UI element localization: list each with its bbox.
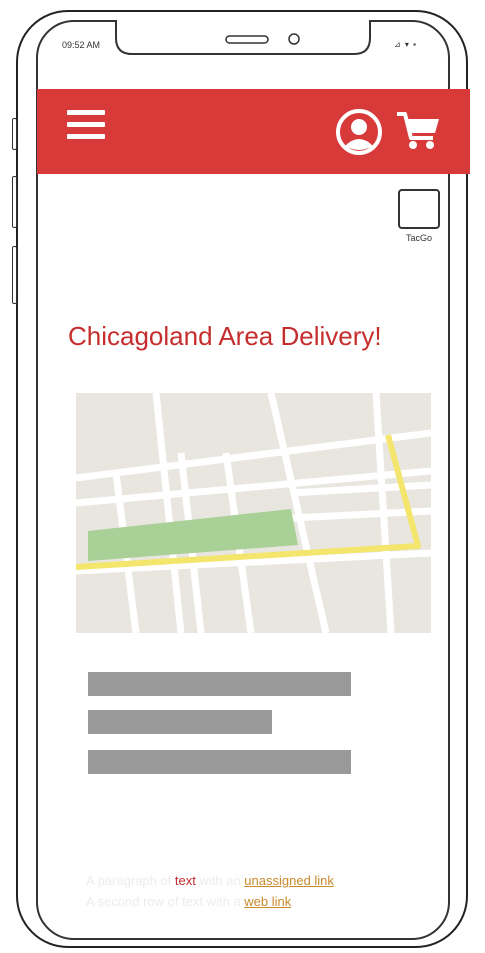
footer-paragraph: A second row of text with a web link	[86, 894, 446, 909]
status-time: 09:52 AM	[62, 40, 101, 50]
text-placeholder-bar	[88, 710, 272, 734]
menu-icon[interactable]	[67, 110, 105, 142]
status-icons: ⊿ ▾ ▪	[394, 40, 417, 49]
footer-red-text: text	[174, 873, 196, 888]
cart-icon[interactable]	[395, 110, 441, 152]
web-link[interactable]: web link	[244, 894, 291, 909]
account-icon[interactable]	[335, 108, 383, 156]
unassigned-link[interactable]: unassigned link	[244, 873, 334, 888]
footer-text: with an	[195, 873, 245, 888]
text-placeholder-bar	[88, 672, 351, 696]
delivery-map[interactable]	[76, 393, 431, 633]
logo-label: TacGo	[405, 233, 432, 243]
footer-paragraph: A paragraph of text with an unassigned l…	[86, 873, 446, 888]
side-button-volume-up	[12, 176, 17, 228]
footer-text: A paragraph of	[86, 873, 175, 888]
page-headline: Chicagoland Area Delivery!	[68, 321, 382, 351]
app-header	[37, 89, 470, 174]
notch	[115, 20, 371, 55]
logo-placeholder[interactable]	[398, 189, 440, 229]
side-button-volume-down	[12, 246, 17, 304]
text-placeholder-bar	[88, 750, 351, 774]
side-button-mute	[12, 118, 17, 150]
footer-text: A second row of text with a	[86, 894, 245, 909]
